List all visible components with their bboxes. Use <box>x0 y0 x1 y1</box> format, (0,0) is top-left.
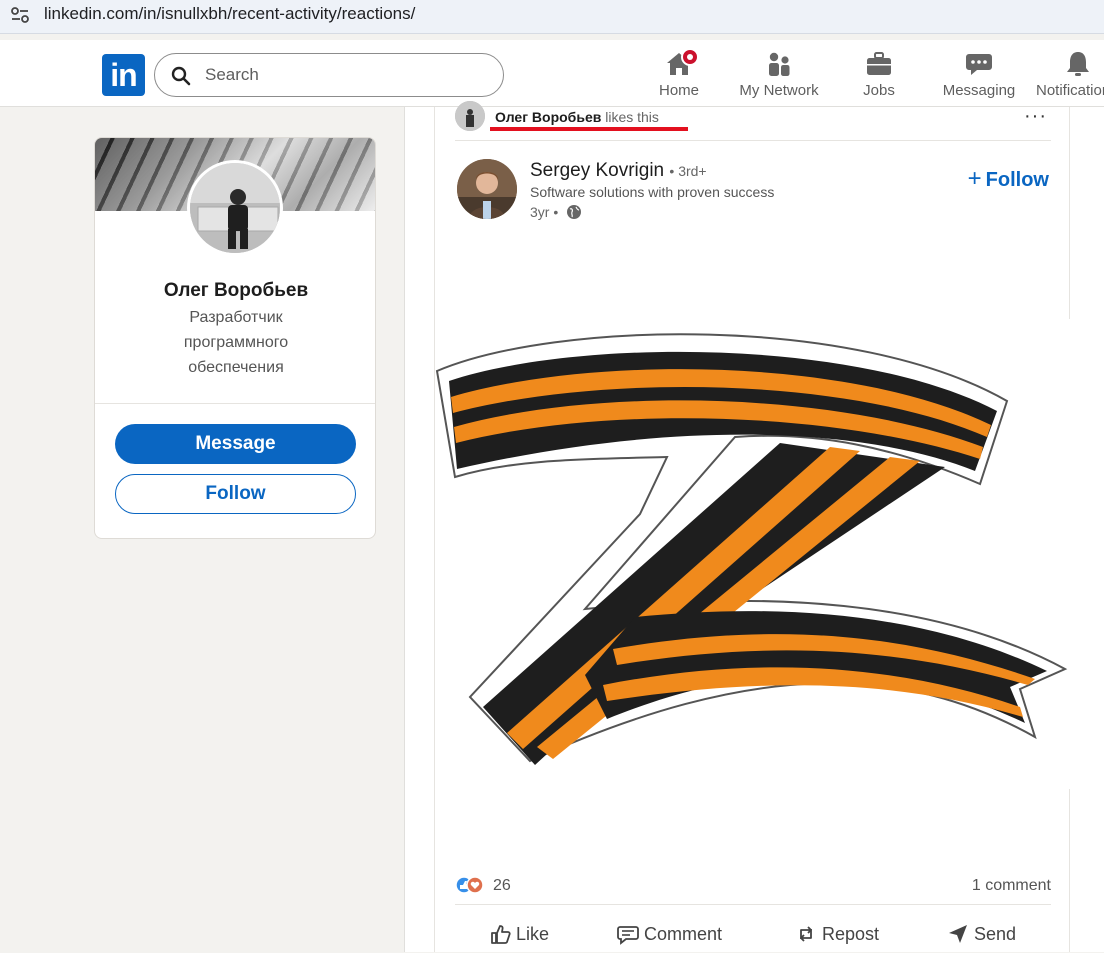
reaction-icons[interactable] <box>455 875 489 895</box>
message-button[interactable]: Message <box>115 424 356 464</box>
comment-icon <box>617 926 639 945</box>
repost-icon <box>800 926 812 942</box>
repost-label: Repost <box>822 924 880 944</box>
nav-home[interactable]: Home <box>650 48 708 102</box>
person-photo-icon <box>190 163 280 253</box>
profile-card: Олег Воробьев Разработчик программного о… <box>94 137 376 539</box>
bell-icon <box>1067 52 1089 76</box>
post-follow-button[interactable]: + Follow <box>968 165 1049 193</box>
like-button[interactable]: Like <box>489 923 549 945</box>
profile-name[interactable]: Олег Воробьев <box>95 280 375 302</box>
nav-messaging-label: Messaging <box>942 82 1016 99</box>
connection-degree: • 3rd+ <box>669 163 707 179</box>
post-actions: Like Comment Repost Send <box>455 919 1051 953</box>
context-avatar[interactable] <box>455 101 485 131</box>
context-text: Олег Воробьев likes this <box>495 109 659 125</box>
linkedin-logo[interactable]: in <box>102 54 145 96</box>
search-icon <box>171 66 191 86</box>
search-input[interactable] <box>205 63 485 87</box>
divider <box>95 403 375 404</box>
notification-badge <box>681 48 699 66</box>
like-label: Like <box>516 924 550 944</box>
author-name-text[interactable]: Sergey Kovrigin <box>530 160 664 181</box>
repost-button[interactable]: Repost <box>795 923 879 945</box>
send-label: Send <box>974 924 1017 944</box>
nav-my-network-label: My Network <box>739 82 819 99</box>
author-headline: Software solutions with proven success <box>530 184 775 200</box>
globe-icon <box>567 205 582 219</box>
briefcase-icon <box>867 52 891 75</box>
nav-my-network[interactable]: My Network <box>734 50 824 102</box>
post-follow-label: Follow <box>985 169 1049 191</box>
comment-button[interactable]: Comment <box>617 923 722 945</box>
browser-url-bar[interactable]: linkedin.com/in/isnullxbh/recent-activit… <box>0 0 1104 34</box>
red-underline-annotation <box>490 127 688 131</box>
profile-avatar[interactable] <box>187 160 283 256</box>
post-time: 3yr • <box>530 204 582 220</box>
follow-button[interactable]: Follow <box>115 474 356 514</box>
more-options-button[interactable]: ··· <box>1024 105 1047 128</box>
nav-home-label: Home <box>658 82 699 99</box>
comment-label: Comment <box>644 924 723 944</box>
profile-headline: Разработчик программного обеспечения <box>183 309 289 376</box>
post-context-header: Олег Воробьев likes this ··· <box>455 101 1051 141</box>
post-social-counts: 26 1 comment <box>455 875 1051 905</box>
search-box[interactable] <box>154 53 504 97</box>
top-navigation: in Home My Network Jobs <box>0 40 1104 107</box>
send-icon <box>949 925 967 943</box>
post-image[interactable] <box>435 319 1071 789</box>
send-button[interactable]: Send <box>947 923 1016 945</box>
author-name: Sergey Kovrigin • 3rd+ <box>530 160 707 182</box>
post-time-text: 3yr • <box>530 204 559 220</box>
comment-count[interactable]: 1 comment <box>972 877 1051 895</box>
feed-post: Олег Воробьев likes this ··· Sergey Kovr… <box>434 101 1071 953</box>
nav-messaging[interactable]: Messaging <box>940 50 1018 102</box>
thumbs-up-icon <box>491 925 511 944</box>
chat-icon <box>966 54 992 75</box>
people-icon <box>769 52 790 76</box>
context-suffix: likes this <box>601 109 659 125</box>
context-name[interactable]: Олег Воробьев <box>495 109 601 125</box>
reaction-count[interactable]: 26 <box>493 877 511 895</box>
plus-icon: + <box>967 165 982 192</box>
url-text[interactable]: linkedin.com/in/isnullxbh/recent-activit… <box>44 4 415 24</box>
nav-jobs[interactable]: Jobs <box>850 50 908 102</box>
nav-notifications[interactable]: Notifications <box>1036 50 1104 102</box>
nav-jobs-label: Jobs <box>863 82 895 99</box>
site-settings-icon[interactable] <box>10 5 30 25</box>
nav-notifications-label: Notifications <box>1036 82 1104 99</box>
author-avatar[interactable] <box>457 159 517 219</box>
